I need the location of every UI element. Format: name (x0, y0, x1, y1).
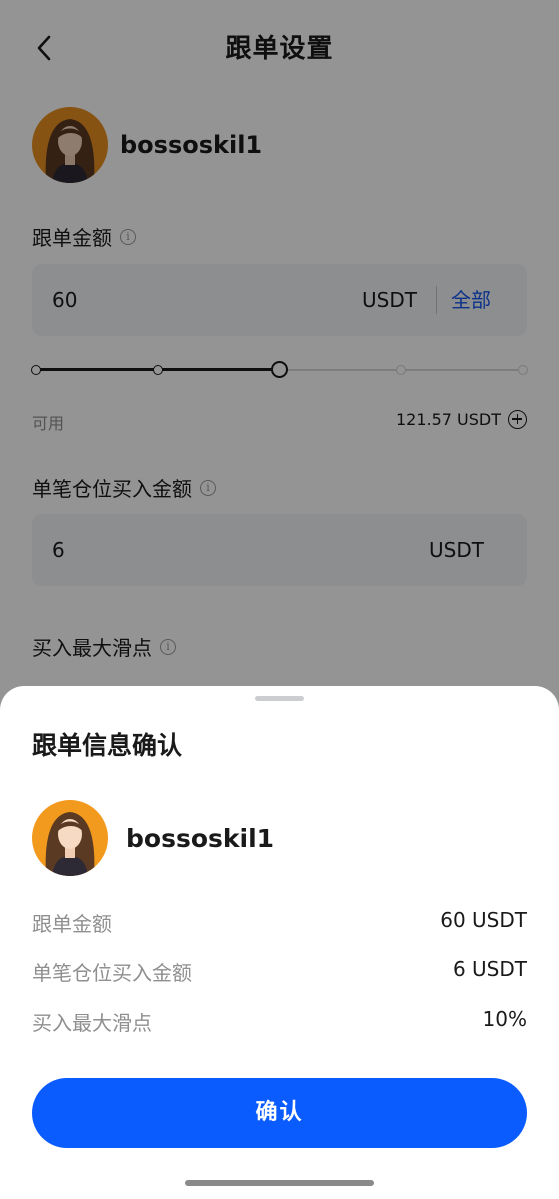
detail-label: 单笔仓位买入金额 (32, 961, 192, 985)
sheet-handle[interactable] (255, 696, 304, 701)
detail-value: 60 USDT (440, 908, 527, 932)
home-indicator (185, 1180, 374, 1186)
confirm-sheet: 跟单信息确认 bossoskil1 跟单金额 60 USDT 单笔仓位买入金额 … (0, 686, 559, 1199)
avatar (32, 800, 108, 876)
detail-label: 跟单金额 (32, 912, 112, 936)
sheet-trader-profile: bossoskil1 (32, 799, 274, 877)
sheet-trader-name: bossoskil1 (126, 823, 275, 853)
detail-value: 6 USDT (452, 957, 527, 981)
detail-value: 10% (482, 1007, 527, 1031)
detail-row-per-position: 单笔仓位买入金额 6 USDT (32, 957, 527, 987)
sheet-title: 跟单信息确认 (32, 731, 183, 760)
detail-label: 买入最大滑点 (32, 1011, 152, 1035)
confirm-button[interactable]: 确认 (32, 1078, 527, 1148)
detail-row-slippage: 买入最大滑点 10% (32, 1007, 527, 1037)
detail-row-follow-amount: 跟单金额 60 USDT (32, 908, 527, 938)
